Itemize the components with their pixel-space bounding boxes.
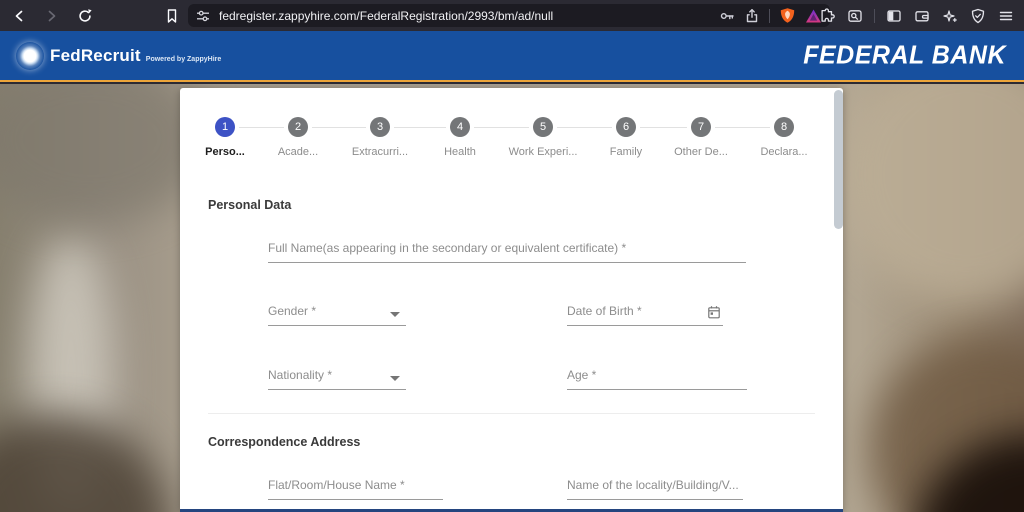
brand-group: FedRecruit Powered by ZappyHire	[50, 31, 221, 80]
toolbar-separator	[874, 9, 875, 23]
back-button[interactable]	[10, 7, 28, 25]
step-label: Work Experi...	[498, 146, 588, 158]
ai-sparkle-icon	[942, 8, 958, 24]
ai-assistant-button[interactable]	[941, 7, 959, 25]
nationality-select[interactable]: Nationality *	[268, 367, 406, 390]
field-underline	[567, 389, 747, 390]
sidebar-button[interactable]	[885, 7, 903, 25]
urlbar-separator	[769, 9, 770, 23]
wallet-icon	[914, 8, 930, 24]
reload-icon	[77, 8, 93, 24]
extension-icon	[819, 8, 835, 24]
shield-extension-badge[interactable]	[779, 7, 796, 24]
url-text[interactable]: fedregister.zappyhire.com/FederalRegistr…	[219, 9, 719, 23]
field-underline	[268, 325, 406, 326]
step-number: 7	[691, 117, 711, 137]
tune-icon[interactable]	[196, 9, 210, 23]
step-work-experience[interactable]: 5 Work Experi...	[498, 117, 588, 158]
date-of-birth-label: Date of Birth *	[567, 304, 642, 318]
wallet-button[interactable]	[913, 7, 931, 25]
sidebar-icon	[886, 8, 902, 24]
urlbar-action-group	[719, 7, 822, 24]
forward-icon	[44, 8, 60, 24]
calendar-icon	[707, 305, 721, 320]
step-declaration[interactable]: 8 Declara...	[739, 117, 829, 158]
full-name-field[interactable]: Full Name(as appearing in the secondary …	[268, 240, 746, 263]
gender-label: Gender *	[268, 304, 316, 318]
step-extracurricular[interactable]: 3 Extracurri...	[335, 117, 425, 158]
powered-by-label: Powered by ZappyHire	[146, 56, 221, 63]
share-icon[interactable]	[744, 8, 760, 24]
page-background: 1 Perso... 2 Acade... 3 Extracurri... 4 …	[0, 84, 1024, 512]
federal-bank-logo: FEDERAL BANK	[803, 30, 1006, 81]
age-field[interactable]: Age *	[567, 367, 747, 390]
date-of-birth-field[interactable]: Date of Birth *	[567, 303, 723, 326]
nationality-label: Nationality *	[268, 368, 332, 382]
step-label: Extracurri...	[335, 146, 425, 158]
personal-data-heading: Personal Data	[208, 198, 291, 212]
registration-form-card: 1 Perso... 2 Acade... 3 Extracurri... 4 …	[180, 88, 843, 512]
extensions-button[interactable]	[818, 7, 836, 25]
step-label: Other De...	[656, 146, 746, 158]
screenshot-button[interactable]	[846, 7, 864, 25]
bank-logo-circle	[16, 42, 44, 70]
correspondence-address-heading: Correspondence Address	[208, 435, 360, 449]
flat-house-name-label: Flat/Room/House Name *	[268, 478, 405, 492]
field-underline	[268, 262, 746, 263]
step-number: 6	[616, 117, 636, 137]
nav-button-group	[10, 0, 94, 31]
step-number: 8	[774, 117, 794, 137]
gender-select[interactable]: Gender *	[268, 303, 406, 326]
reload-button[interactable]	[76, 7, 94, 25]
bookmark-button[interactable]	[163, 7, 181, 25]
step-number: 3	[370, 117, 390, 137]
step-label: Health	[415, 146, 505, 158]
field-underline	[567, 499, 743, 500]
step-number: 5	[533, 117, 553, 137]
menu-button[interactable]	[997, 7, 1015, 25]
field-underline	[268, 499, 443, 500]
dropdown-arrow-icon[interactable]	[390, 312, 400, 317]
step-number: 1	[215, 117, 235, 137]
background-blur-shape	[0, 414, 170, 512]
forward-button[interactable]	[43, 7, 61, 25]
background-blur-shape	[836, 84, 1024, 304]
menu-icon	[998, 8, 1014, 24]
step-other-details[interactable]: 7 Other De...	[656, 117, 746, 158]
section-divider	[208, 413, 815, 414]
step-number: 4	[450, 117, 470, 137]
toolbar-right-group	[818, 0, 1015, 31]
step-health[interactable]: 4 Health	[415, 117, 505, 158]
vpn-button[interactable]	[969, 7, 987, 25]
bookmark-icon	[164, 8, 180, 24]
browser-toolbar: fedregister.zappyhire.com/FederalRegistr…	[0, 0, 1024, 31]
flat-house-name-field[interactable]: Flat/Room/House Name *	[268, 477, 443, 500]
step-number: 2	[288, 117, 308, 137]
field-underline	[268, 389, 406, 390]
step-label: Declara...	[739, 146, 829, 158]
step-label: Acade...	[253, 146, 343, 158]
locality-field[interactable]: Name of the locality/Building/V...	[567, 477, 743, 500]
background-blur-shape	[0, 84, 210, 224]
locality-label: Name of the locality/Building/V...	[567, 478, 739, 492]
card-scrollbar-thumb[interactable]	[834, 90, 843, 229]
field-underline	[567, 325, 723, 326]
full-name-label: Full Name(as appearing in the secondary …	[268, 241, 626, 255]
date-picker-button[interactable]	[707, 305, 721, 320]
age-label: Age *	[567, 368, 596, 382]
browser-window: fedregister.zappyhire.com/FederalRegistr…	[0, 0, 1024, 512]
step-academics[interactable]: 2 Acade...	[253, 117, 343, 158]
screenshot-icon	[847, 8, 863, 24]
url-bar[interactable]: fedregister.zappyhire.com/FederalRegistr…	[188, 4, 830, 27]
back-icon	[11, 8, 27, 24]
dropdown-arrow-icon[interactable]	[390, 376, 400, 381]
site-header: FedRecruit Powered by ZappyHire FEDERAL …	[0, 31, 1024, 82]
brand-title: FedRecruit	[50, 46, 141, 66]
vpn-shield-icon	[970, 8, 986, 24]
key-icon[interactable]	[719, 8, 735, 24]
